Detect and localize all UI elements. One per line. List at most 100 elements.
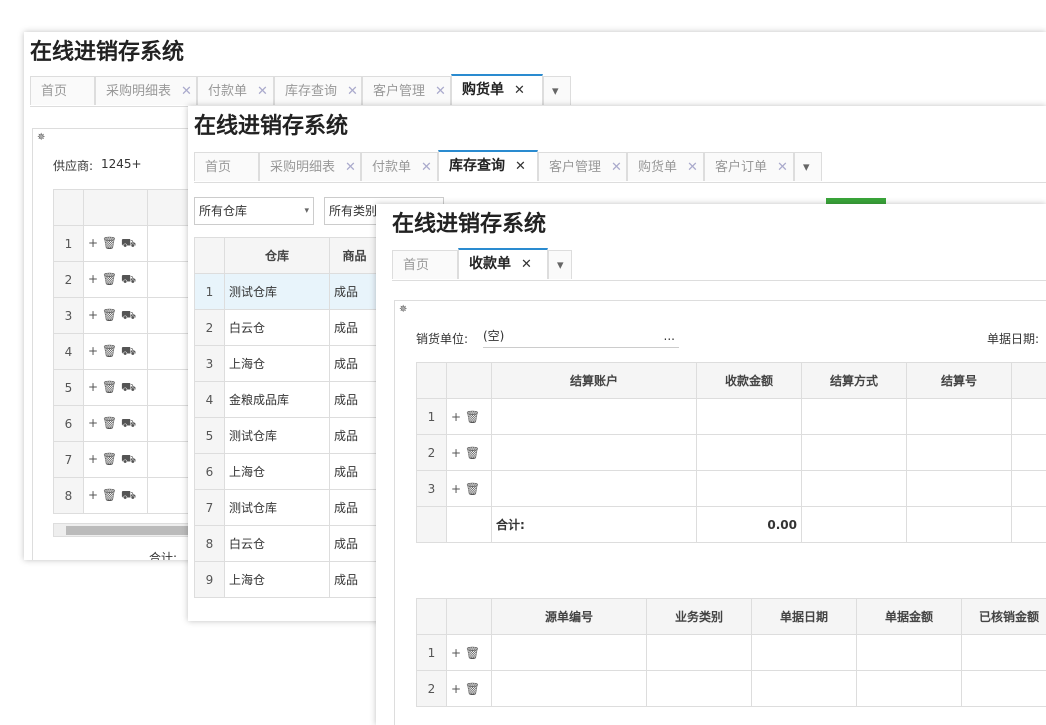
close-icon[interactable]: ✕: [611, 160, 622, 175]
column-header-amount: 收款金额: [696, 362, 802, 399]
column-header-source-no: 源单编号: [491, 598, 647, 635]
inventory-table: 仓库 商品 1 测试仓库 成品 2 白云仓 成品 3 上海仓 成品 4 金粮成品库 成品 5 测试仓…: [194, 237, 380, 598]
total-label: 合计:: [491, 506, 697, 543]
caret-down-icon: ▾: [557, 258, 564, 273]
plus-icon[interactable]: +: [451, 646, 461, 660]
cart-icon[interactable]: ⛟: [121, 380, 136, 394]
trash-icon[interactable]: 🗑: [465, 446, 480, 460]
cart-icon[interactable]: ⛟: [121, 344, 136, 358]
trash-icon[interactable]: 🗑: [102, 272, 117, 286]
table-row[interactable]: 4 金粮成品库 成品: [194, 381, 380, 418]
sales-unit-field[interactable]: (空) ...: [483, 325, 679, 348]
column-header-doc-amount: 单据金额: [856, 598, 962, 635]
column-header-warehouse: 仓库: [224, 237, 330, 274]
trash-icon[interactable]: 🗑: [102, 380, 117, 394]
plus-icon[interactable]: +: [88, 380, 98, 394]
table-row[interactable]: 6 上海仓 成品: [194, 453, 380, 490]
plus-icon[interactable]: +: [88, 452, 98, 466]
plus-icon[interactable]: +: [88, 416, 98, 430]
tab-home[interactable]: 首页: [392, 250, 458, 279]
tab-payment[interactable]: 付款单 ✕: [361, 152, 438, 181]
cart-icon[interactable]: ⛟: [121, 452, 136, 466]
tab-more-dropdown[interactable]: ▾: [548, 250, 572, 279]
cart-icon[interactable]: ⛟: [121, 416, 136, 430]
column-header-business-type: 业务类别: [646, 598, 752, 635]
plus-icon[interactable]: +: [451, 682, 461, 696]
tab-purchase-order[interactable]: 购货单 ✕: [451, 74, 543, 105]
plus-icon[interactable]: +: [451, 482, 461, 496]
tab-purchase-detail[interactable]: 采购明细表 ✕: [259, 152, 361, 181]
app-title: 在线进销存系统: [392, 212, 547, 237]
tab-more-dropdown[interactable]: ▾: [794, 152, 822, 181]
plus-icon[interactable]: +: [88, 344, 98, 358]
trash-icon[interactable]: 🗑: [102, 308, 117, 322]
column-header-verified-amount: 已核销金额: [961, 598, 1046, 635]
close-icon[interactable]: ✕: [257, 84, 268, 99]
tab-home[interactable]: 首页: [30, 76, 95, 105]
plus-icon[interactable]: +: [88, 308, 98, 322]
table-row[interactable]: 1 测试仓库 成品: [194, 273, 380, 310]
table-row[interactable]: 9 上海仓 成品: [194, 561, 380, 598]
trash-icon[interactable]: 🗑: [102, 416, 117, 430]
cart-icon[interactable]: ⛟: [121, 236, 136, 250]
trash-icon[interactable]: 🗑: [465, 646, 480, 660]
tab-inventory-query[interactable]: 库存查询 ✕: [438, 150, 538, 181]
sales-unit-label: 销货单位:: [416, 332, 469, 346]
tab-customer-management[interactable]: 客户管理 ✕: [538, 152, 627, 181]
tab-more-dropdown[interactable]: ▾: [543, 76, 571, 105]
table-row[interactable]: 2 白云仓 成品: [194, 309, 380, 346]
tab-purchase-detail[interactable]: 采购明细表 ✕: [95, 76, 197, 105]
tab-purchase-order[interactable]: 购货单 ✕: [627, 152, 704, 181]
settlement-table: 结算账户 收款金额 结算方式 结算号 1 + 🗑 2 + 🗑 3 + 🗑 合计: 0.00: [416, 362, 1046, 543]
plus-icon[interactable]: +: [451, 446, 461, 460]
column-header-goods: 商品: [329, 237, 380, 274]
close-icon[interactable]: ✕: [347, 84, 358, 99]
plus-icon[interactable]: +: [451, 410, 461, 424]
table-row: 1 + 🗑: [416, 398, 1046, 435]
tab-home[interactable]: 首页: [194, 152, 259, 181]
trash-icon[interactable]: 🗑: [465, 410, 480, 424]
gear-icon[interactable]: ✵: [37, 132, 45, 143]
table-row[interactable]: 7 测试仓库 成品: [194, 489, 380, 526]
warehouse-filter[interactable]: 所有仓库 ▾: [194, 197, 314, 225]
supplier-value[interactable]: 1245+: [101, 157, 142, 171]
column-header-settlement-no: 结算号: [906, 362, 1012, 399]
trash-icon[interactable]: 🗑: [102, 344, 117, 358]
column-header-doc-date: 单据日期: [751, 598, 857, 635]
total-amount: 0.00: [696, 506, 802, 543]
tab-customer-order[interactable]: 客户订单 ✕: [704, 152, 794, 181]
close-icon[interactable]: ✕: [777, 160, 788, 175]
trash-icon[interactable]: 🗑: [465, 682, 480, 696]
table-row[interactable]: 3 上海仓 成品: [194, 345, 380, 382]
table-row[interactable]: 5 测试仓库 成品: [194, 417, 380, 454]
cart-icon[interactable]: ⛟: [121, 308, 136, 322]
close-icon[interactable]: ✕: [515, 159, 526, 174]
trash-icon[interactable]: 🗑: [465, 482, 480, 496]
tab-inventory-query[interactable]: 库存查询 ✕: [274, 76, 362, 105]
total-row: 合计: 0.00: [416, 506, 1046, 543]
close-icon[interactable]: ✕: [514, 83, 525, 98]
plus-icon[interactable]: +: [88, 272, 98, 286]
close-icon[interactable]: ✕: [435, 84, 446, 99]
cart-icon[interactable]: ⛟: [121, 488, 136, 502]
close-icon[interactable]: ✕: [181, 84, 192, 99]
close-icon[interactable]: ✕: [687, 160, 698, 175]
tab-customer-management[interactable]: 客户管理 ✕: [362, 76, 451, 105]
gear-icon[interactable]: ✵: [399, 304, 407, 315]
table-row[interactable]: 8 白云仓 成品: [194, 525, 380, 562]
plus-icon[interactable]: +: [88, 236, 98, 250]
trash-icon[interactable]: 🗑: [102, 236, 117, 250]
table-row: 2 + 🗑: [416, 670, 1046, 707]
close-icon[interactable]: ✕: [421, 160, 432, 175]
cart-icon[interactable]: ⛟: [121, 272, 136, 286]
tab-receipt[interactable]: 收款单 ✕: [458, 248, 548, 279]
trash-icon[interactable]: 🗑: [102, 488, 117, 502]
receipt-window: 在线进销存系统 首页 收款单 ✕ ▾ ✵ 销货单位: (空) ... 单据日期: …: [376, 204, 1046, 725]
trash-icon[interactable]: 🗑: [102, 452, 117, 466]
column-header-account: 结算账户: [491, 362, 697, 399]
plus-icon[interactable]: +: [88, 488, 98, 502]
tab-payment[interactable]: 付款单 ✕: [197, 76, 274, 105]
more-button[interactable]: ...: [664, 325, 675, 347]
close-icon[interactable]: ✕: [345, 160, 356, 175]
close-icon[interactable]: ✕: [521, 257, 532, 272]
